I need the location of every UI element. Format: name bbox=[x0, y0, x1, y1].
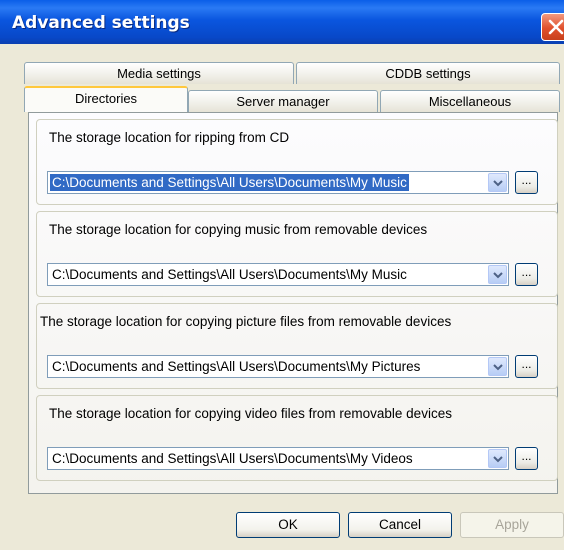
video-devices-location-group: The storage location for copying video f… bbox=[36, 395, 558, 481]
tab-cddb-settings[interactable]: CDDB settings bbox=[296, 62, 560, 84]
browse-button[interactable]: ... bbox=[515, 447, 538, 470]
title-bar[interactable]: Advanced settings bbox=[0, 0, 564, 44]
chevron-down-icon bbox=[493, 180, 503, 187]
tab-media-settings[interactable]: Media settings bbox=[24, 62, 294, 84]
browse-button[interactable]: ... bbox=[515, 263, 538, 286]
ripping-location-group: The storage location for ripping from CD… bbox=[36, 119, 558, 205]
ripping-location-combobox[interactable]: C:\Documents and Settings\All Users\Docu… bbox=[47, 171, 509, 194]
apply-button[interactable]: Apply bbox=[460, 512, 564, 538]
combobox-value: C:\Documents and Settings\All Users\Docu… bbox=[50, 174, 409, 191]
ok-button-label: OK bbox=[278, 517, 298, 532]
combobox-value: C:\Documents and Settings\All Users\Docu… bbox=[52, 359, 421, 374]
picture-devices-location-group: The storage location for copying picture… bbox=[36, 303, 558, 389]
cancel-button[interactable]: Cancel bbox=[348, 512, 452, 538]
browse-label: ... bbox=[521, 449, 532, 463]
browse-label: ... bbox=[521, 173, 532, 187]
tab-miscellaneous-label: Miscellaneous bbox=[428, 94, 512, 109]
video-devices-location-combobox[interactable]: C:\Documents and Settings\All Users\Docu… bbox=[47, 447, 509, 470]
close-button[interactable] bbox=[541, 13, 564, 41]
chevron-down-icon bbox=[493, 456, 503, 463]
browse-label: ... bbox=[521, 265, 532, 279]
tab-miscellaneous[interactable]: Miscellaneous bbox=[380, 90, 560, 112]
chevron-down-icon bbox=[493, 364, 503, 371]
dropdown-button[interactable] bbox=[488, 449, 507, 468]
music-devices-location-group: The storage location for copying music f… bbox=[36, 211, 558, 297]
browse-button[interactable]: ... bbox=[515, 355, 538, 378]
dropdown-button[interactable] bbox=[488, 265, 507, 284]
apply-button-label: Apply bbox=[495, 517, 529, 532]
group-label: The storage location for copying music f… bbox=[49, 222, 428, 237]
group-label: The storage location for copying picture… bbox=[40, 314, 452, 329]
combobox-value: C:\Documents and Settings\All Users\Docu… bbox=[52, 451, 413, 466]
tab-server-manager-label: Server manager bbox=[236, 94, 330, 109]
group-label: The storage location for copying video f… bbox=[49, 406, 452, 421]
ok-button[interactable]: OK bbox=[236, 512, 340, 538]
tab-page-directories: The storage location for ripping from CD… bbox=[28, 112, 558, 494]
tab-cddb-settings-label: CDDB settings bbox=[385, 66, 471, 81]
dropdown-button[interactable] bbox=[488, 357, 507, 376]
tab-directories-label: Directories bbox=[74, 91, 138, 106]
browse-button[interactable]: ... bbox=[515, 171, 538, 194]
cancel-button-label: Cancel bbox=[378, 517, 422, 532]
tab-server-manager[interactable]: Server manager bbox=[188, 90, 378, 112]
advanced-settings-window: Advanced settings Media settings CDDB se… bbox=[0, 0, 564, 550]
tab-directories[interactable]: Directories bbox=[24, 86, 188, 112]
chevron-down-icon bbox=[493, 272, 503, 279]
dropdown-button[interactable] bbox=[488, 173, 507, 192]
window-title: Advanced settings bbox=[12, 13, 190, 33]
combobox-value: C:\Documents and Settings\All Users\Docu… bbox=[52, 267, 407, 282]
browse-label: ... bbox=[521, 357, 532, 371]
close-icon bbox=[548, 19, 564, 35]
music-devices-location-combobox[interactable]: C:\Documents and Settings\All Users\Docu… bbox=[47, 263, 509, 286]
group-label: The storage location for ripping from CD bbox=[49, 130, 290, 145]
tab-media-settings-label: Media settings bbox=[117, 66, 201, 81]
picture-devices-location-combobox[interactable]: C:\Documents and Settings\All Users\Docu… bbox=[47, 355, 509, 378]
